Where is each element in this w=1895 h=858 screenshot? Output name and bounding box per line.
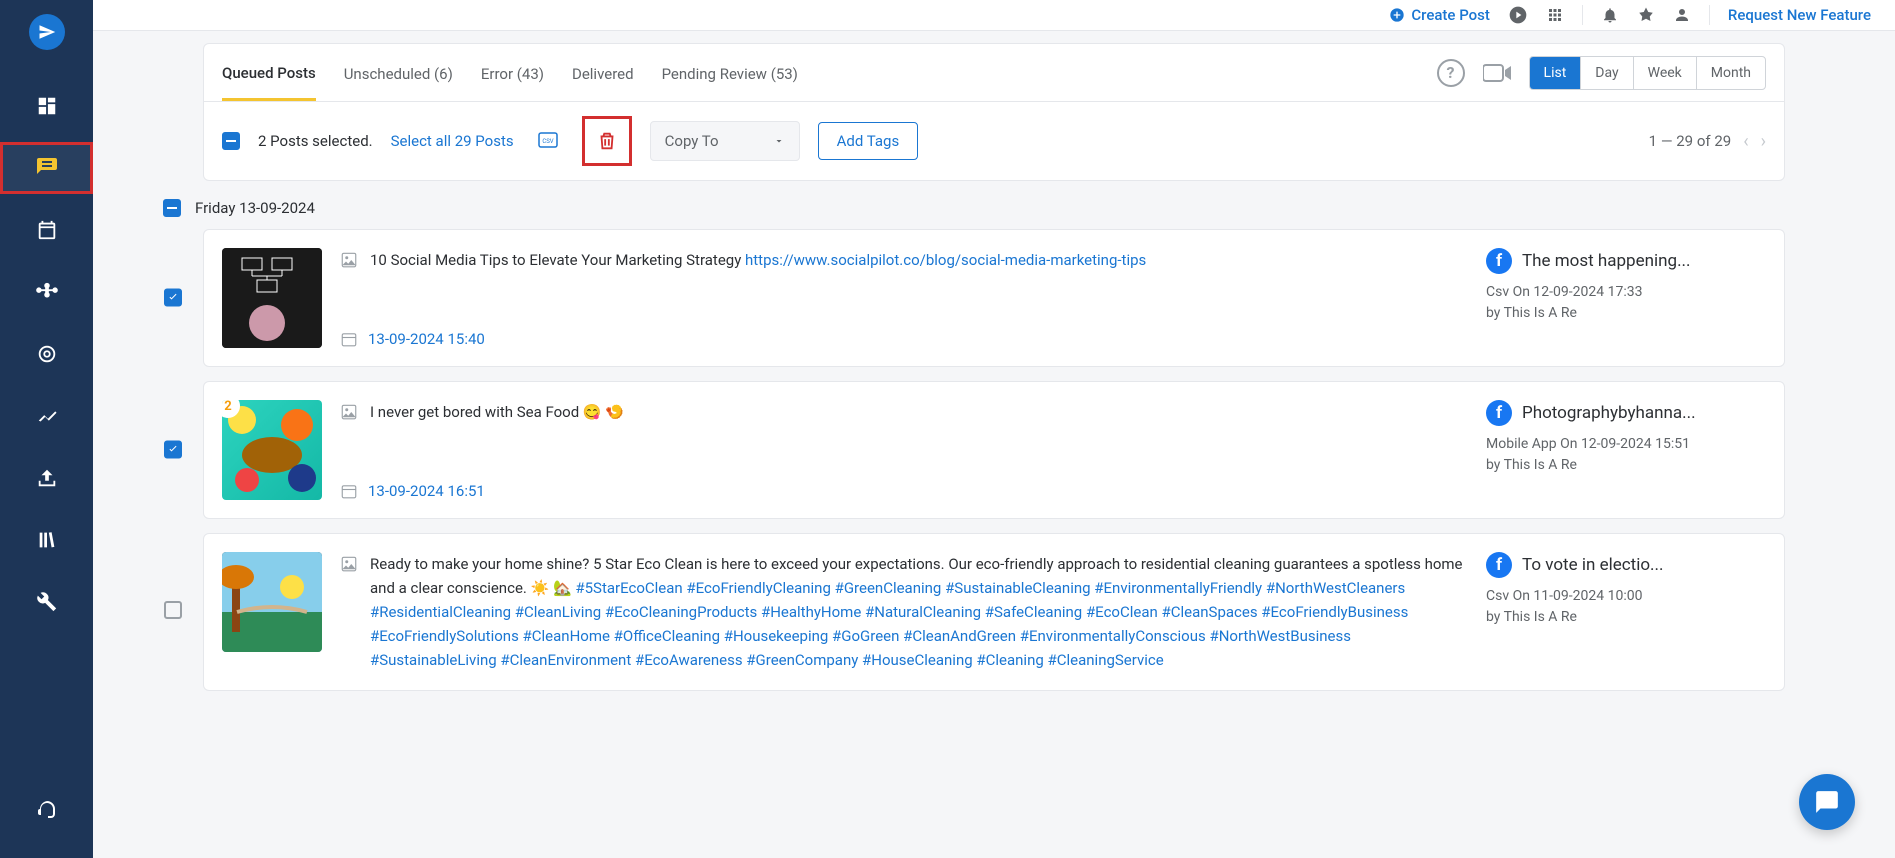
view-week[interactable]: Week <box>1634 57 1697 89</box>
nav-posts[interactable] <box>0 142 93 194</box>
image-icon <box>340 403 358 421</box>
post-card: 2 I never get bored with Sea Food 😋 🍤 13… <box>203 381 1785 519</box>
post-body: 10 Social Media Tips to Elevate Your Mar… <box>340 248 1468 348</box>
image-icon <box>340 555 358 573</box>
select-all-checkbox[interactable] <box>222 132 240 150</box>
delete-button-highlight <box>582 116 632 166</box>
tab-queued[interactable]: Queued Posts <box>222 46 316 101</box>
tabs: Queued Posts Unscheduled (6) Error (43) … <box>204 44 1784 102</box>
create-post-label: Create Post <box>1411 6 1490 24</box>
image-icon <box>340 251 358 269</box>
facebook-icon: f <box>1486 248 1512 274</box>
post-thumbnail[interactable] <box>222 248 322 348</box>
nav-target[interactable] <box>0 328 93 380</box>
rocket-icon[interactable] <box>1637 6 1655 24</box>
post-body: Ready to make your home shine? 5 Star Ec… <box>340 552 1468 672</box>
copy-to-dropdown[interactable]: Copy To <box>650 121 800 161</box>
sidebar <box>0 0 93 858</box>
post-card: 10 Social Media Tips to Elevate Your Mar… <box>203 229 1785 367</box>
post-checkbox[interactable] <box>164 601 182 619</box>
nav-dashboard[interactable] <box>0 80 93 132</box>
post-thumbnail[interactable] <box>222 552 322 652</box>
date-select-checkbox[interactable] <box>163 199 181 217</box>
pagination-next[interactable]: › <box>1761 131 1766 152</box>
copy-to-label: Copy To <box>665 132 719 150</box>
facebook-icon: f <box>1486 400 1512 426</box>
add-tags-button[interactable]: Add Tags <box>818 122 919 160</box>
view-month[interactable]: Month <box>1697 57 1765 89</box>
post-checkbox[interactable] <box>164 289 182 307</box>
pagination-text: 1 — 29 of 29 <box>1649 132 1732 150</box>
bell-icon[interactable] <box>1601 6 1619 24</box>
select-all-link[interactable]: Select all 29 Posts <box>391 132 514 150</box>
post-meta: f To vote in electio... Csv On 11-09-202… <box>1486 552 1766 672</box>
request-feature-link[interactable]: Request New Feature <box>1728 6 1871 24</box>
post-body: I never get bored with Sea Food 😋 🍤 13-0… <box>340 400 1468 500</box>
post-meta: f The most happening... Csv On 12-09-202… <box>1486 248 1766 348</box>
post-author: by This Is A Re <box>1486 607 1766 628</box>
account-name[interactable]: To vote in electio... <box>1522 555 1663 575</box>
account-name[interactable]: Photographybyhanna... <box>1522 403 1696 423</box>
post-thumbnail[interactable]: 2 <box>222 400 322 500</box>
topbar: Create Post Request New Feature <box>93 0 1895 31</box>
post-text: I never get bored with Sea Food 😋 🍤 <box>370 400 624 424</box>
pagination: 1 — 29 of 29 ‹ › <box>1649 131 1766 152</box>
post-meta: f Photographybyhanna... Mobile App On 12… <box>1486 400 1766 500</box>
post-text: Ready to make your home shine? 5 Star Ec… <box>370 552 1468 672</box>
date-header-text: Friday 13-09-2024 <box>195 199 315 217</box>
chat-fab[interactable] <box>1799 774 1855 830</box>
post-schedule[interactable]: 13-09-2024 15:40 <box>340 330 1468 348</box>
date-header: Friday 13-09-2024 <box>163 199 1785 217</box>
video-icon[interactable] <box>1483 63 1511 83</box>
post-source: Mobile App On 12-09-2024 15:51 <box>1486 434 1766 455</box>
help-icon[interactable]: ? <box>1437 59 1465 87</box>
account-name[interactable]: The most happening... <box>1522 251 1691 271</box>
nav-calendar[interactable] <box>0 204 93 256</box>
nav-connections[interactable] <box>0 266 93 318</box>
selected-count-text: 2 Posts selected. <box>258 132 373 150</box>
pagination-prev[interactable]: ‹ <box>1743 131 1748 152</box>
post-url[interactable]: https://www.socialpilot.co/blog/social-m… <box>745 251 1146 269</box>
nav-inbox[interactable] <box>0 452 93 504</box>
view-day[interactable]: Day <box>1581 57 1633 89</box>
post-text: 10 Social Media Tips to Elevate Your Mar… <box>370 248 1146 272</box>
main: Create Post Request New Feature Queued P… <box>93 0 1895 858</box>
post-schedule[interactable]: 13-09-2024 16:51 <box>340 482 1468 500</box>
post-author: by This Is A Re <box>1486 455 1766 476</box>
nav-analytics[interactable] <box>0 390 93 442</box>
facebook-icon: f <box>1486 552 1512 578</box>
tab-delivered[interactable]: Delivered <box>572 47 634 99</box>
tab-error[interactable]: Error (43) <box>481 47 544 99</box>
delete-button[interactable] <box>591 125 623 157</box>
create-post-button[interactable]: Create Post <box>1389 6 1490 24</box>
user-icon[interactable] <box>1673 6 1691 24</box>
post-author: by This Is A Re <box>1486 303 1766 324</box>
svg-text:CSV: CSV <box>542 138 553 145</box>
post-card: Ready to make your home shine? 5 Star Ec… <box>203 533 1785 691</box>
apps-icon[interactable] <box>1546 6 1564 24</box>
nav-tools[interactable] <box>0 576 93 628</box>
post-source: Csv On 12-09-2024 17:33 <box>1486 282 1766 303</box>
calendar-icon <box>340 330 358 348</box>
tab-pending-review[interactable]: Pending Review (53) <box>662 47 798 99</box>
post-checkbox[interactable] <box>164 441 182 459</box>
calendar-icon <box>340 482 358 500</box>
app-logo[interactable] <box>29 14 65 50</box>
nav-support[interactable] <box>0 786 93 838</box>
view-list[interactable]: List <box>1530 57 1582 89</box>
content: Queued Posts Unscheduled (6) Error (43) … <box>93 31 1895 858</box>
post-source: Csv On 11-09-2024 10:00 <box>1486 586 1766 607</box>
view-switch: List Day Week Month <box>1529 56 1766 90</box>
posts-panel: Queued Posts Unscheduled (6) Error (43) … <box>203 43 1785 181</box>
play-icon[interactable] <box>1508 5 1528 25</box>
tab-unscheduled[interactable]: Unscheduled (6) <box>344 47 453 99</box>
action-bar: 2 Posts selected. Select all 29 Posts CS… <box>204 102 1784 180</box>
nav-library[interactable] <box>0 514 93 566</box>
export-csv-button[interactable]: CSV <box>532 125 564 157</box>
chevron-down-icon <box>773 135 785 147</box>
